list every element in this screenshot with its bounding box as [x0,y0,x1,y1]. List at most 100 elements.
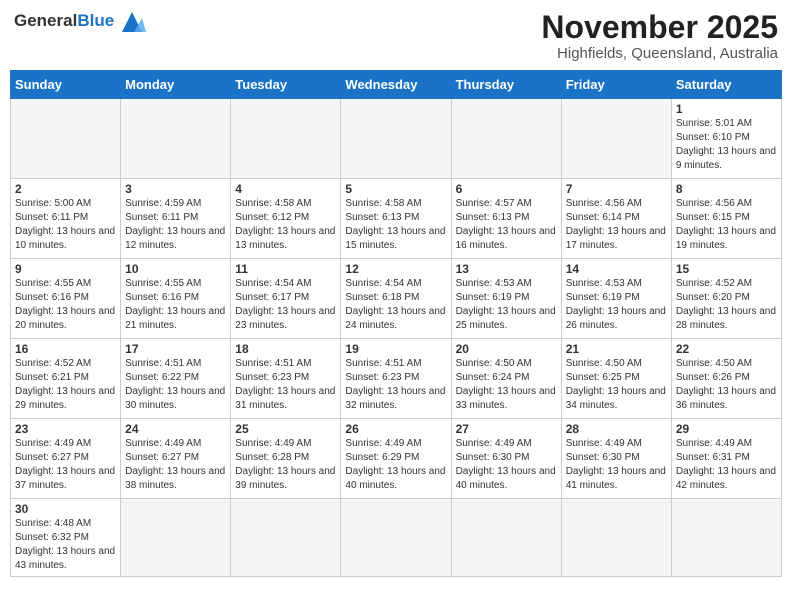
calendar-cell: 6Sunrise: 4:57 AM Sunset: 6:13 PM Daylig… [451,179,561,259]
day-number: 30 [15,502,116,516]
header-wednesday: Wednesday [341,71,451,99]
day-info: Sunrise: 4:49 AM Sunset: 6:29 PM Dayligh… [345,437,446,493]
calendar-table: SundayMondayTuesdayWednesdayThursdayFrid… [10,70,782,577]
logo-blue-text: Blue [77,11,114,31]
day-number: 28 [566,422,667,436]
location-title: Highfields, Queensland, Australia [541,45,778,62]
calendar-cell: 22Sunrise: 4:50 AM Sunset: 6:26 PM Dayli… [671,339,781,419]
day-number: 10 [125,262,226,276]
calendar-header: General Blue November 2025 Highfields, Q… [10,10,782,62]
calendar-cell: 25Sunrise: 4:49 AM Sunset: 6:28 PM Dayli… [231,419,341,499]
calendar-cell: 20Sunrise: 4:50 AM Sunset: 6:24 PM Dayli… [451,339,561,419]
day-info: Sunrise: 4:58 AM Sunset: 6:13 PM Dayligh… [345,197,446,253]
day-number: 27 [456,422,557,436]
calendar-cell [671,499,781,577]
day-info: Sunrise: 4:52 AM Sunset: 6:20 PM Dayligh… [676,277,777,333]
day-info: Sunrise: 4:51 AM Sunset: 6:22 PM Dayligh… [125,357,226,413]
calendar-cell: 11Sunrise: 4:54 AM Sunset: 6:17 PM Dayli… [231,259,341,339]
day-number: 19 [345,342,446,356]
logo-general-text: General [14,11,77,31]
calendar-cell: 30Sunrise: 4:48 AM Sunset: 6:32 PM Dayli… [11,499,121,577]
day-number: 9 [15,262,116,276]
day-info: Sunrise: 4:58 AM Sunset: 6:12 PM Dayligh… [235,197,336,253]
calendar-cell: 29Sunrise: 4:49 AM Sunset: 6:31 PM Dayli… [671,419,781,499]
calendar-cell: 16Sunrise: 4:52 AM Sunset: 6:21 PM Dayli… [11,339,121,419]
day-number: 14 [566,262,667,276]
day-info: Sunrise: 4:48 AM Sunset: 6:32 PM Dayligh… [15,517,116,573]
calendar-cell: 14Sunrise: 4:53 AM Sunset: 6:19 PM Dayli… [561,259,671,339]
day-info: Sunrise: 4:55 AM Sunset: 6:16 PM Dayligh… [125,277,226,333]
day-info: Sunrise: 4:57 AM Sunset: 6:13 PM Dayligh… [456,197,557,253]
calendar-cell [11,99,121,179]
day-number: 26 [345,422,446,436]
day-info: Sunrise: 4:56 AM Sunset: 6:14 PM Dayligh… [566,197,667,253]
day-info: Sunrise: 5:00 AM Sunset: 6:11 PM Dayligh… [15,197,116,253]
calendar-cell: 12Sunrise: 4:54 AM Sunset: 6:18 PM Dayli… [341,259,451,339]
week-row-2: 9Sunrise: 4:55 AM Sunset: 6:16 PM Daylig… [11,259,782,339]
day-info: Sunrise: 4:49 AM Sunset: 6:28 PM Dayligh… [235,437,336,493]
calendar-cell: 3Sunrise: 4:59 AM Sunset: 6:11 PM Daylig… [121,179,231,259]
header-sunday: Sunday [11,71,121,99]
day-number: 20 [456,342,557,356]
day-number: 13 [456,262,557,276]
day-info: Sunrise: 4:54 AM Sunset: 6:17 PM Dayligh… [235,277,336,333]
day-info: Sunrise: 4:51 AM Sunset: 6:23 PM Dayligh… [345,357,446,413]
day-number: 12 [345,262,446,276]
calendar-cell [451,499,561,577]
calendar-header-row: SundayMondayTuesdayWednesdayThursdayFrid… [11,71,782,99]
day-number: 29 [676,422,777,436]
day-info: Sunrise: 5:01 AM Sunset: 6:10 PM Dayligh… [676,117,777,173]
day-info: Sunrise: 4:59 AM Sunset: 6:11 PM Dayligh… [125,197,226,253]
day-number: 16 [15,342,116,356]
week-row-4: 23Sunrise: 4:49 AM Sunset: 6:27 PM Dayli… [11,419,782,499]
calendar-cell: 13Sunrise: 4:53 AM Sunset: 6:19 PM Dayli… [451,259,561,339]
calendar-cell: 21Sunrise: 4:50 AM Sunset: 6:25 PM Dayli… [561,339,671,419]
calendar-cell: 5Sunrise: 4:58 AM Sunset: 6:13 PM Daylig… [341,179,451,259]
calendar-cell: 8Sunrise: 4:56 AM Sunset: 6:15 PM Daylig… [671,179,781,259]
calendar-cell: 7Sunrise: 4:56 AM Sunset: 6:14 PM Daylig… [561,179,671,259]
day-number: 25 [235,422,336,436]
day-info: Sunrise: 4:49 AM Sunset: 6:30 PM Dayligh… [456,437,557,493]
day-number: 22 [676,342,777,356]
day-info: Sunrise: 4:50 AM Sunset: 6:26 PM Dayligh… [676,357,777,413]
header-saturday: Saturday [671,71,781,99]
calendar-cell: 2Sunrise: 5:00 AM Sunset: 6:11 PM Daylig… [11,179,121,259]
day-number: 5 [345,182,446,196]
week-row-0: 1Sunrise: 5:01 AM Sunset: 6:10 PM Daylig… [11,99,782,179]
day-number: 11 [235,262,336,276]
calendar-cell: 19Sunrise: 4:51 AM Sunset: 6:23 PM Dayli… [341,339,451,419]
calendar-cell: 24Sunrise: 4:49 AM Sunset: 6:27 PM Dayli… [121,419,231,499]
calendar-cell: 15Sunrise: 4:52 AM Sunset: 6:20 PM Dayli… [671,259,781,339]
month-title: November 2025 [541,10,778,45]
logo-icon [118,10,146,32]
day-number: 7 [566,182,667,196]
week-row-3: 16Sunrise: 4:52 AM Sunset: 6:21 PM Dayli… [11,339,782,419]
calendar-cell [561,499,671,577]
day-number: 17 [125,342,226,356]
calendar-cell [121,99,231,179]
day-number: 24 [125,422,226,436]
week-row-5: 30Sunrise: 4:48 AM Sunset: 6:32 PM Dayli… [11,499,782,577]
day-info: Sunrise: 4:49 AM Sunset: 6:27 PM Dayligh… [15,437,116,493]
day-number: 15 [676,262,777,276]
calendar-cell: 10Sunrise: 4:55 AM Sunset: 6:16 PM Dayli… [121,259,231,339]
calendar-cell [121,499,231,577]
day-info: Sunrise: 4:56 AM Sunset: 6:15 PM Dayligh… [676,197,777,253]
calendar-cell: 28Sunrise: 4:49 AM Sunset: 6:30 PM Dayli… [561,419,671,499]
calendar-cell: 26Sunrise: 4:49 AM Sunset: 6:29 PM Dayli… [341,419,451,499]
calendar-cell: 9Sunrise: 4:55 AM Sunset: 6:16 PM Daylig… [11,259,121,339]
day-info: Sunrise: 4:55 AM Sunset: 6:16 PM Dayligh… [15,277,116,333]
day-info: Sunrise: 4:49 AM Sunset: 6:30 PM Dayligh… [566,437,667,493]
day-number: 2 [15,182,116,196]
day-number: 6 [456,182,557,196]
day-number: 3 [125,182,226,196]
day-info: Sunrise: 4:51 AM Sunset: 6:23 PM Dayligh… [235,357,336,413]
week-row-1: 2Sunrise: 5:00 AM Sunset: 6:11 PM Daylig… [11,179,782,259]
calendar-cell [451,99,561,179]
calendar-cell: 1Sunrise: 5:01 AM Sunset: 6:10 PM Daylig… [671,99,781,179]
day-info: Sunrise: 4:54 AM Sunset: 6:18 PM Dayligh… [345,277,446,333]
title-block: November 2025 Highfields, Queensland, Au… [541,10,778,62]
header-friday: Friday [561,71,671,99]
day-info: Sunrise: 4:50 AM Sunset: 6:25 PM Dayligh… [566,357,667,413]
logo: General Blue [14,10,146,32]
